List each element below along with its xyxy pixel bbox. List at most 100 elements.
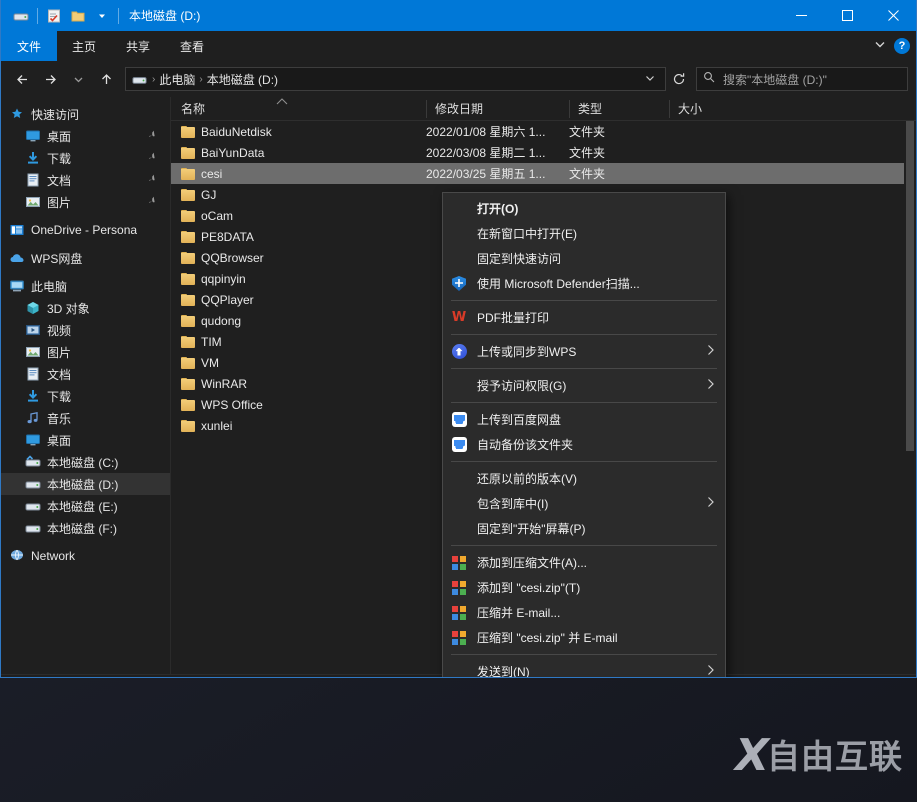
vertical-scrollbar[interactable] — [904, 121, 916, 674]
sidebar-item-7[interactable]: 此电脑 — [1, 275, 170, 297]
address-bar: › 此电脑 › 本地磁盘 (D:) 搜索"本地磁盘 (D:)" — [1, 61, 916, 97]
file-name-label: oCam — [201, 208, 234, 223]
menu-item-label: 自动备份该文件夹 — [477, 438, 574, 452]
pin-icon[interactable] — [148, 152, 158, 165]
folder-icon — [181, 167, 195, 180]
sidebar-item-3[interactable]: 文档 — [1, 169, 170, 191]
sidebar-item-6[interactable]: WPS网盘 — [1, 247, 170, 269]
folder-icon — [181, 377, 195, 390]
menu-item-label: 发送到(N) — [477, 665, 530, 678]
table-row[interactable]: BaiYunData 2022/03/08 星期二 1... 文件夹 — [171, 142, 916, 163]
sidebar-item-18[interactable]: 本地磁盘 (F:) — [1, 517, 170, 539]
close-button[interactable] — [870, 0, 916, 31]
column-header-type[interactable]: 类型 — [569, 99, 669, 118]
table-row[interactable]: BaiduNetdisk 2022/01/08 星期六 1... 文件夹 — [171, 121, 916, 142]
menu-item-23[interactable]: 发送到(N) — [443, 659, 725, 678]
column-header-name[interactable]: 名称 — [171, 100, 426, 118]
recent-locations-button[interactable] — [65, 66, 91, 92]
sidebar-item-17[interactable]: 本地磁盘 (E:) — [1, 495, 170, 517]
toolbar-divider — [37, 7, 38, 24]
breadcrumb-item-local-disk-d[interactable]: 本地磁盘 (D:) — [204, 71, 281, 88]
sidebar-item-4[interactable]: 图片 — [1, 191, 170, 213]
sidebar-item-11[interactable]: 文档 — [1, 363, 170, 385]
breadcrumb-dropdown-icon[interactable] — [639, 73, 661, 85]
window-title: 本地磁盘 (D:) — [129, 9, 201, 23]
minimize-button[interactable] — [778, 0, 824, 31]
menu-item-21[interactable]: 压缩到 "cesi.zip" 并 E-mail — [443, 625, 725, 650]
sidebar-item-8[interactable]: 3D 对象 — [1, 297, 170, 319]
menu-item-16[interactable]: 固定到"开始"屏幕(P) — [443, 516, 725, 541]
menu-item-19[interactable]: 添加到 "cesi.zip"(T) — [443, 575, 725, 600]
expand-ribbon-icon[interactable] — [874, 37, 886, 55]
drive-icon — [25, 520, 41, 536]
menu-separator — [451, 402, 717, 403]
scrollbar-thumb[interactable] — [906, 121, 914, 451]
menu-item-5[interactable]: W PDF批量打印 — [443, 305, 725, 330]
file-type-cell: 文件夹 — [569, 167, 606, 181]
folder-icon — [181, 272, 195, 285]
back-button[interactable] — [9, 66, 35, 92]
breadcrumb-item-this-pc[interactable]: 此电脑 — [156, 71, 198, 88]
sidebar-item-12[interactable]: 下载 — [1, 385, 170, 407]
column-header-size[interactable]: 大小 — [669, 99, 749, 118]
folder-icon — [181, 146, 195, 159]
sidebar-item-19[interactable]: Network — [1, 545, 170, 567]
maximize-button[interactable] — [824, 0, 870, 31]
menu-item-12[interactable]: 自动备份该文件夹 — [443, 432, 725, 457]
menu-item-11[interactable]: 上传到百度网盘 — [443, 407, 725, 432]
drive-icon — [25, 476, 41, 492]
new-folder-icon[interactable] — [66, 4, 90, 28]
sidebar-item-1[interactable]: 桌面 — [1, 125, 170, 147]
sidebar-item-2[interactable]: 下载 — [1, 147, 170, 169]
table-row[interactable]: cesi 2022/03/25 星期五 1... 文件夹 — [171, 163, 916, 184]
sidebar-item-14[interactable]: 桌面 — [1, 429, 170, 451]
winrar-icon — [451, 580, 467, 596]
forward-button[interactable] — [37, 66, 63, 92]
pin-icon[interactable] — [148, 174, 158, 187]
sidebar-item-16[interactable]: 本地磁盘 (D:) — [1, 473, 170, 495]
menu-item-label: 授予访问权限(G) — [477, 379, 567, 393]
sidebar-item-9[interactable]: 视频 — [1, 319, 170, 341]
up-button[interactable] — [93, 66, 119, 92]
tab-view[interactable]: 查看 — [165, 31, 219, 61]
pin-icon[interactable] — [148, 196, 158, 209]
properties-icon[interactable] — [42, 4, 66, 28]
column-headers: 名称 修改日期 类型 大小 — [171, 97, 916, 121]
refresh-icon[interactable] — [668, 72, 690, 86]
sidebar-item-13[interactable]: 音乐 — [1, 407, 170, 429]
tab-share[interactable]: 共享 — [111, 31, 165, 61]
navigation-pane: 快速访问 桌面 下载 文档 图片 OneDrive - Persona WPS网盘 此电脑 3D… — [1, 97, 171, 674]
sidebar-item-label: OneDrive - Persona — [31, 223, 138, 237]
tab-home[interactable]: 主页 — [57, 31, 111, 61]
file-name-label: BaiduNetdisk — [201, 124, 272, 139]
menu-item-label: 添加到 "cesi.zip"(T) — [477, 581, 581, 595]
menu-separator — [451, 545, 717, 546]
desktop-icon — [25, 128, 41, 144]
documents-icon — [25, 172, 41, 188]
menu-item-18[interactable]: 添加到压缩文件(A)... — [443, 550, 725, 575]
chevron-down-icon[interactable] — [90, 4, 114, 28]
breadcrumb[interactable]: › 此电脑 › 本地磁盘 (D:) — [125, 67, 666, 91]
sidebar-item-15[interactable]: 本地磁盘 (C:) — [1, 451, 170, 473]
menu-item-2[interactable]: 固定到快速访问 — [443, 246, 725, 271]
file-name-cell: xunlei — [171, 419, 426, 433]
menu-item-0[interactable]: 打开(O) — [443, 196, 725, 221]
help-icon[interactable]: ? — [894, 38, 910, 54]
menu-item-15[interactable]: 包含到库中(I) — [443, 491, 725, 516]
column-header-date[interactable]: 修改日期 — [426, 99, 569, 118]
menu-item-1[interactable]: 在新窗口中打开(E) — [443, 221, 725, 246]
menu-item-7[interactable]: 上传或同步到WPS — [443, 339, 725, 364]
sidebar-item-5[interactable]: OneDrive - Persona — [1, 219, 170, 241]
sidebar-item-0[interactable]: 快速访问 — [1, 103, 170, 125]
pin-icon[interactable] — [148, 130, 158, 143]
menu-item-9[interactable]: 授予访问权限(G) — [443, 373, 725, 398]
menu-item-3[interactable]: 使用 Microsoft Defender扫描... — [443, 271, 725, 296]
menu-item-20[interactable]: 压缩并 E-mail... — [443, 600, 725, 625]
title-bar: 本地磁盘 (D:) — [1, 0, 916, 31]
sidebar-item-10[interactable]: 图片 — [1, 341, 170, 363]
file-name-cell: WinRAR — [171, 377, 426, 391]
3d-objects-icon — [25, 300, 41, 316]
search-input[interactable]: 搜索"本地磁盘 (D:)" — [696, 67, 908, 91]
menu-item-14[interactable]: 还原以前的版本(V) — [443, 466, 725, 491]
tab-file[interactable]: 文件 — [1, 31, 58, 61]
